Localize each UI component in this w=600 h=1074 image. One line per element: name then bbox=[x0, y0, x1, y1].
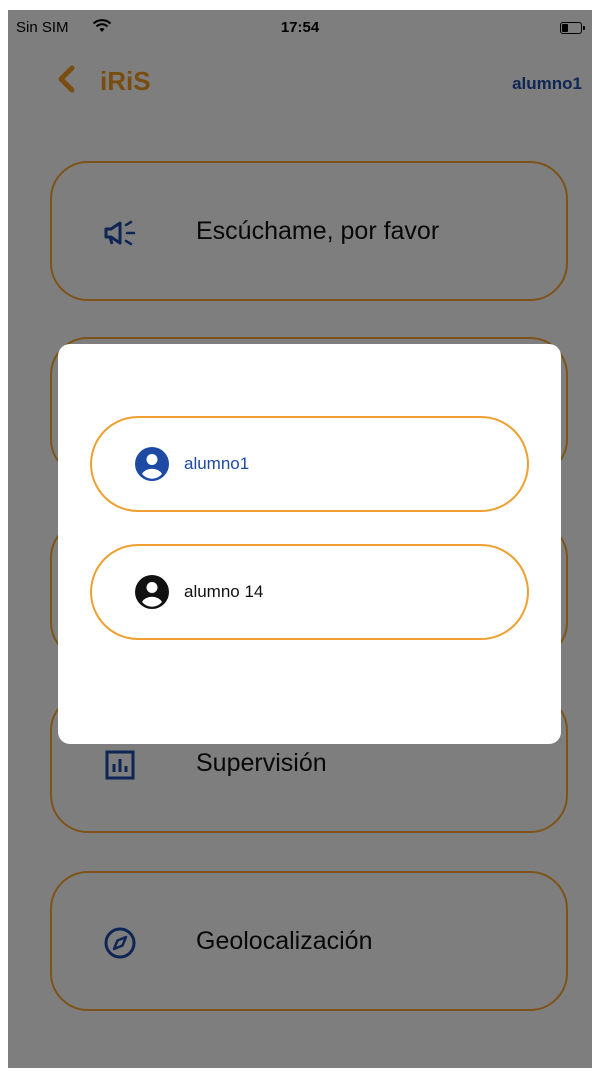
user-select-dialog: alumno1 alumno 14 bbox=[58, 344, 561, 744]
user-option-label: alumno1 bbox=[184, 454, 250, 473]
user-option-label: alumno 14 bbox=[184, 582, 264, 601]
user-circle-icon bbox=[134, 446, 170, 482]
app-screen: Sin SIM 17:54 iRiS alumno1 Escúchame, po… bbox=[8, 10, 592, 1068]
user-circle-icon bbox=[134, 574, 170, 610]
user-option-alumno1[interactable]: alumno1 bbox=[90, 416, 529, 512]
user-option-alumno14[interactable]: alumno 14 bbox=[90, 544, 529, 640]
